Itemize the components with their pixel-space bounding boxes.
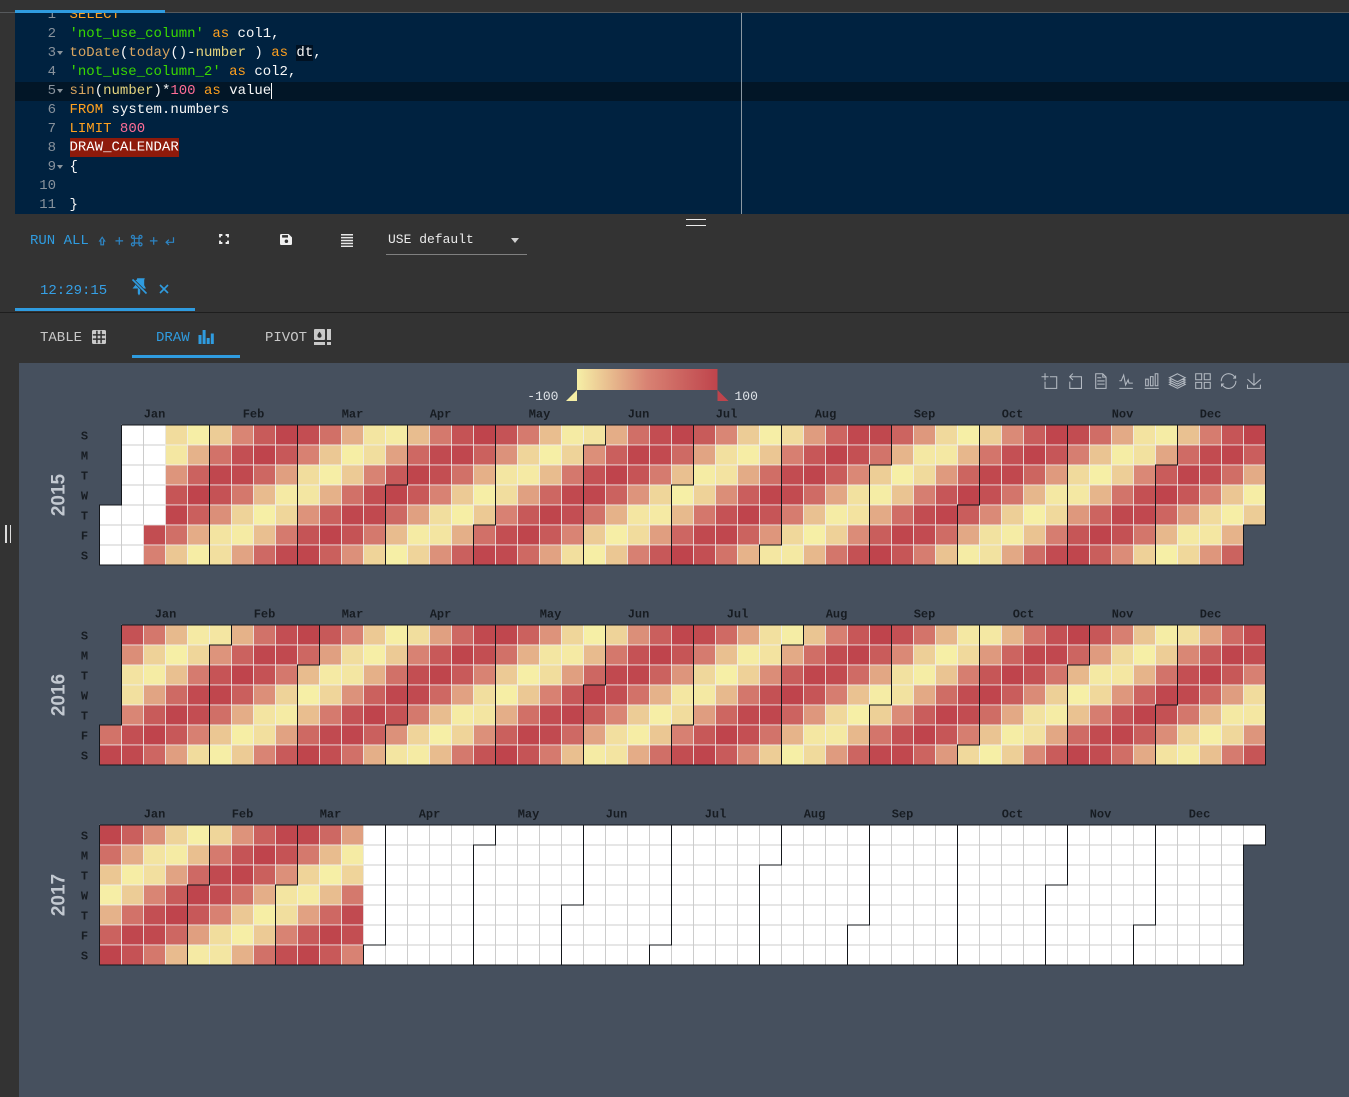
- svg-text:S: S: [80, 550, 87, 564]
- svg-text:Apr: Apr: [429, 608, 451, 622]
- svg-text:W: W: [80, 890, 88, 904]
- svg-text:-100: -100: [527, 389, 558, 404]
- svg-text:T: T: [80, 710, 87, 724]
- svg-text:Nov: Nov: [1111, 408, 1133, 422]
- svg-text:Nov: Nov: [1111, 608, 1133, 622]
- svg-text:Mar: Mar: [319, 808, 341, 822]
- svg-text:S: S: [80, 950, 87, 964]
- svg-text:F: F: [80, 530, 87, 544]
- svg-text:Feb: Feb: [253, 608, 275, 622]
- svg-text:Mar: Mar: [341, 608, 363, 622]
- svg-text:Jul: Jul: [726, 608, 748, 622]
- svg-text:Sep: Sep: [913, 608, 935, 622]
- svg-text:Jun: Jun: [627, 608, 649, 622]
- svg-text:Feb: Feb: [242, 408, 264, 422]
- svg-text:Aug: Aug: [803, 808, 825, 822]
- svg-text:Oct: Oct: [1012, 608, 1034, 622]
- svg-text:Jul: Jul: [715, 408, 737, 422]
- svg-text:S: S: [80, 750, 87, 764]
- svg-text:S: S: [80, 430, 87, 444]
- svg-text:Apr: Apr: [418, 808, 440, 822]
- svg-text:May: May: [539, 608, 561, 622]
- svg-text:T: T: [80, 670, 87, 684]
- svg-text:Dec: Dec: [1199, 608, 1221, 622]
- svg-text:T: T: [80, 870, 87, 884]
- svg-text:Apr: Apr: [429, 408, 451, 422]
- svg-text:Jan: Jan: [154, 608, 176, 622]
- svg-text:S: S: [80, 830, 87, 844]
- svg-text:Jun: Jun: [605, 808, 627, 822]
- svg-text:Sep: Sep: [891, 808, 913, 822]
- svg-text:F: F: [80, 930, 87, 944]
- svg-text:M: M: [80, 850, 87, 864]
- svg-text:100: 100: [734, 389, 757, 404]
- svg-text:M: M: [80, 650, 87, 664]
- svg-text:Jan: Jan: [143, 408, 165, 422]
- svg-text:Sep: Sep: [913, 408, 935, 422]
- svg-text:May: May: [517, 808, 539, 822]
- svg-text:T: T: [80, 470, 87, 484]
- svg-text:Feb: Feb: [231, 808, 253, 822]
- svg-text:Dec: Dec: [1199, 408, 1221, 422]
- svg-text:W: W: [80, 690, 88, 704]
- svg-text:Mar: Mar: [341, 408, 363, 422]
- svg-text:May: May: [528, 408, 550, 422]
- svg-text:Aug: Aug: [814, 408, 836, 422]
- svg-text:Jun: Jun: [627, 408, 649, 422]
- svg-text:Jan: Jan: [143, 808, 165, 822]
- svg-text:T: T: [80, 910, 87, 924]
- svg-text:W: W: [80, 490, 88, 504]
- svg-text:T: T: [80, 510, 87, 524]
- svg-text:Aug: Aug: [825, 608, 847, 622]
- svg-text:M: M: [80, 450, 87, 464]
- svg-text:2016: 2016: [48, 674, 69, 716]
- svg-text:Dec: Dec: [1188, 808, 1210, 822]
- svg-text:2017: 2017: [48, 874, 69, 916]
- svg-text:Jul: Jul: [704, 808, 726, 822]
- svg-text:S: S: [80, 630, 87, 644]
- svg-text:Nov: Nov: [1089, 808, 1111, 822]
- svg-text:Oct: Oct: [1001, 408, 1023, 422]
- svg-text:Oct: Oct: [1001, 808, 1023, 822]
- svg-text:2015: 2015: [48, 473, 69, 516]
- svg-text:F: F: [80, 730, 87, 744]
